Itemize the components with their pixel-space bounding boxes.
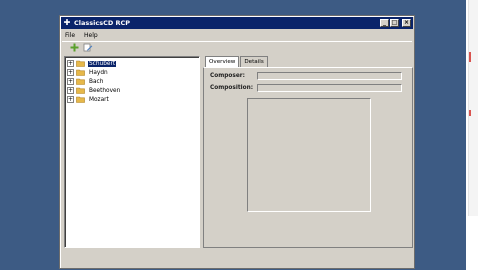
scrollbar-marker-2	[469, 110, 471, 116]
expand-icon[interactable]: +	[67, 69, 74, 76]
scrollbar-marker	[469, 52, 471, 62]
composition-label: Composition:	[210, 85, 254, 91]
app-window: ✚ ClassicsCD RCP _ □ × File Help + Schub…	[59, 15, 415, 269]
overview-page: Composer: Composition:	[203, 67, 413, 248]
composer-field[interactable]	[257, 72, 402, 80]
menu-help[interactable]: Help	[84, 32, 98, 39]
composer-tree[interactable]: + Schubert + Haydn + Bach + Beethoven + …	[64, 56, 200, 248]
tree-item-haydn[interactable]: + Haydn	[67, 68, 109, 77]
composer-row: Composer:	[210, 72, 402, 80]
expand-icon[interactable]: +	[67, 96, 74, 103]
tree-item-label: Beethoven	[89, 87, 121, 94]
window-title: ClassicsCD RCP	[74, 19, 131, 27]
toolbar	[62, 41, 412, 53]
tree-item-schubert[interactable]: + Schubert	[67, 59, 117, 68]
tree-item-label: Schubert	[88, 60, 117, 67]
composition-field[interactable]	[257, 84, 402, 92]
folder-icon	[76, 60, 85, 67]
minimize-button[interactable]: _	[380, 19, 389, 27]
add-icon[interactable]	[69, 43, 79, 53]
expand-icon[interactable]: +	[67, 60, 74, 67]
scrollbar-track[interactable]	[468, 0, 478, 216]
menu-bar: File Help	[62, 30, 412, 40]
composer-label: Composer:	[210, 73, 245, 79]
edit-icon[interactable]	[83, 43, 93, 53]
folder-icon	[76, 96, 85, 103]
folder-icon	[76, 87, 85, 94]
cover-image-box	[247, 98, 371, 212]
tree-item-beethoven[interactable]: + Beethoven	[67, 86, 121, 95]
maximize-button[interactable]: □	[390, 19, 399, 27]
folder-icon	[76, 69, 85, 76]
editor-tabs: Overview Details	[205, 56, 269, 68]
composition-row: Composition:	[210, 84, 402, 92]
editor-panel: Overview Details Composer: Composition:	[203, 56, 413, 248]
close-button[interactable]: ×	[402, 19, 411, 27]
expand-icon[interactable]: +	[67, 87, 74, 94]
tree-item-label: Bach	[89, 78, 104, 85]
tab-details[interactable]: Details	[240, 56, 268, 67]
menu-file[interactable]: File	[65, 32, 75, 39]
app-icon: ✚	[63, 18, 71, 27]
expand-icon[interactable]: +	[67, 78, 74, 85]
tree-item-bach[interactable]: + Bach	[67, 77, 104, 86]
tree-item-label: Haydn	[89, 69, 108, 76]
desktop-scrollbar[interactable]	[466, 0, 480, 270]
folder-icon	[76, 78, 85, 85]
tree-item-mozart[interactable]: + Mozart	[67, 95, 110, 104]
title-bar[interactable]: ✚ ClassicsCD RCP _ □ ×	[61, 17, 413, 29]
tree-item-label: Mozart	[89, 96, 109, 103]
